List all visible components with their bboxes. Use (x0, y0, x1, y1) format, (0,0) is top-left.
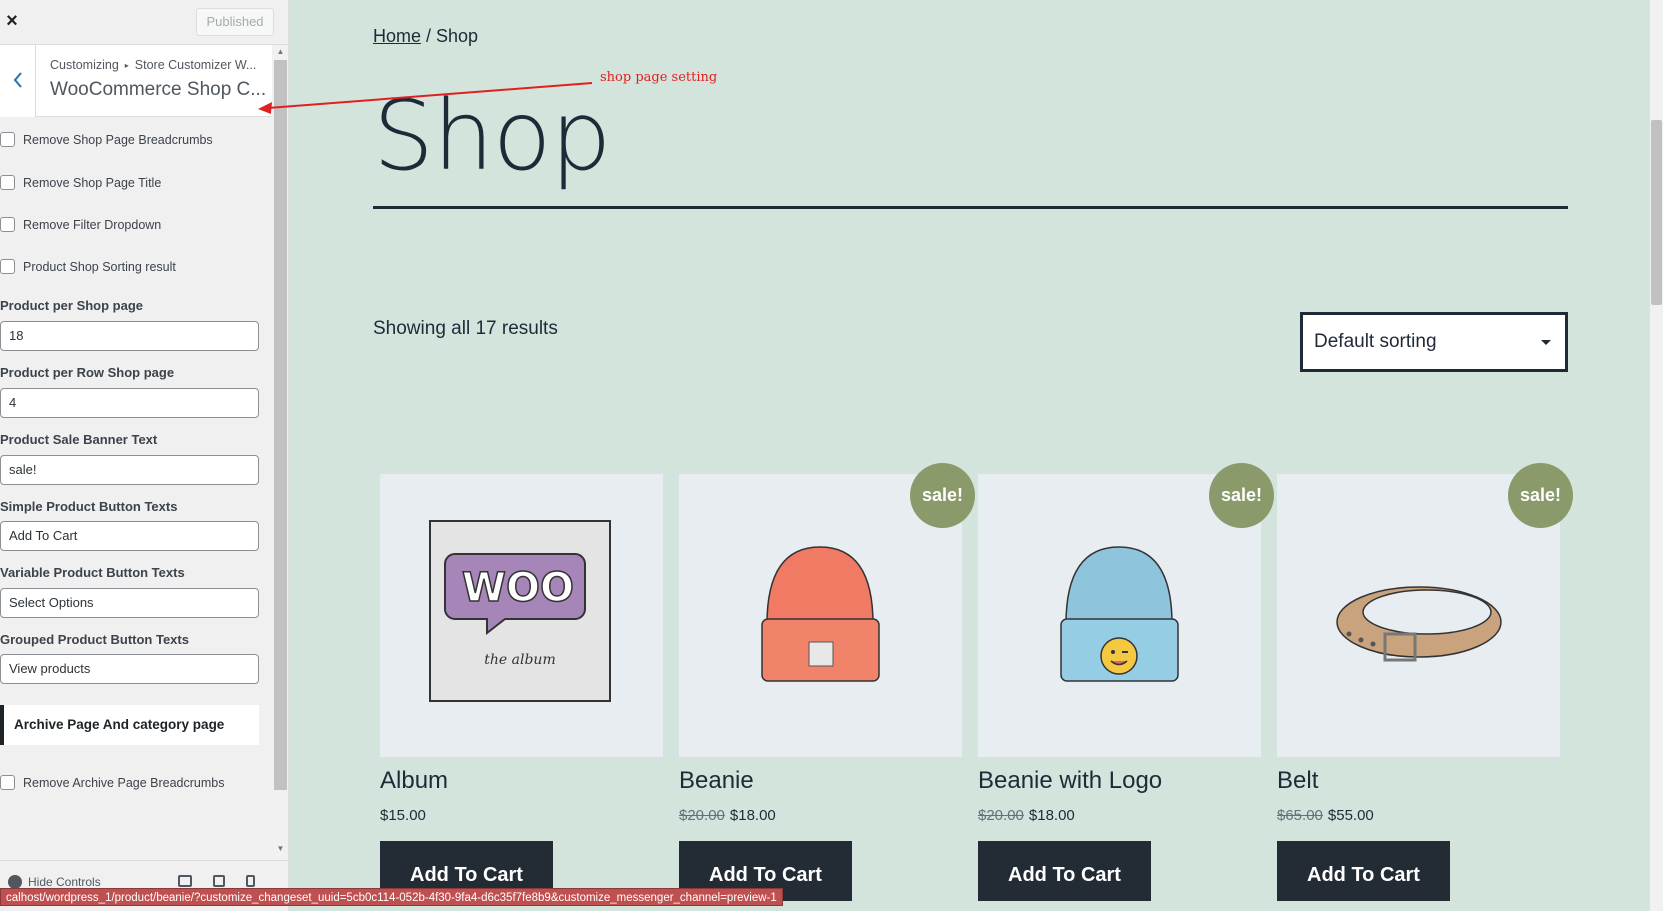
checkbox-shop-sorting-result[interactable]: Product Shop Sorting result (0, 259, 176, 274)
price-old: $20.00 (978, 807, 1024, 824)
checkbox-box[interactable] (0, 259, 15, 274)
status-bar-url: calhost/wordpress_1/product/beanie/?cust… (0, 888, 783, 906)
breadcrumb-separator: / (421, 26, 437, 46)
album-icon: WOO the album (429, 520, 611, 702)
tablet-preview-icon[interactable] (213, 875, 225, 887)
customizer-sidebar: × Published Customizing ▸ Store Customizer… (0, 0, 289, 911)
product-image[interactable]: sale! (978, 463, 1274, 757)
breadcrumb-root: Customizing (50, 58, 119, 72)
price-old: $20.00 (679, 807, 725, 824)
product-price: $20.00 $18.00 (679, 807, 962, 824)
breadcrumb-home-link[interactable]: Home (373, 26, 421, 46)
annotation-label: shop page setting (600, 70, 718, 85)
product-name[interactable]: Beanie (679, 767, 962, 795)
result-count: Showing all 17 results (373, 318, 558, 339)
page-title: Shop (373, 80, 611, 192)
sale-badge: sale! (1508, 463, 1573, 528)
breadcrumb-current: Shop (436, 26, 479, 46)
products-per-page-input[interactable]: 18 (0, 321, 259, 351)
sale-badge: sale! (910, 463, 975, 528)
product-name[interactable]: Album (380, 767, 663, 795)
svg-text:WOO: WOO (462, 565, 574, 611)
variable-button-text-input[interactable]: Select Options (0, 588, 259, 618)
product-price: $20.00 $18.00 (978, 807, 1261, 824)
close-icon: × (6, 10, 18, 32)
checkbox-box[interactable] (0, 175, 15, 190)
field-label-variable-button-text: Variable Product Button Texts (0, 565, 185, 580)
price-current: $55.00 (1327, 807, 1374, 824)
sidebar-scrollbar-thumb[interactable] (274, 60, 287, 790)
field-label-simple-button-text: Simple Product Button Texts (0, 499, 178, 514)
checkbox-remove-shop-breadcrumbs[interactable]: Remove Shop Page Breadcrumbs (0, 132, 213, 147)
checkbox-box[interactable] (0, 775, 15, 790)
section-title-bar: Customizing ▸ Store Customizer W... WooCom… (0, 45, 272, 117)
add-to-cart-button[interactable]: Add To Cart (978, 841, 1151, 901)
title-divider (373, 206, 1568, 209)
product-name[interactable]: Beanie with Logo (978, 767, 1261, 795)
scroll-up-arrow-icon[interactable]: ▲ (274, 46, 287, 58)
sale-badge: sale! (1209, 463, 1274, 528)
product-card: WOO the album Album $15.00 Add To Cart (380, 474, 663, 901)
desktop-preview-icon[interactable] (178, 875, 192, 887)
field-label-products-per-page: Product per Shop page (0, 298, 144, 313)
checkbox-remove-filter-dropdown[interactable]: Remove Filter Dropdown (0, 217, 161, 232)
checkbox-label: Remove Archive Page Breadcrumbs (23, 775, 225, 790)
product-image[interactable]: WOO the album (380, 474, 663, 757)
product-name[interactable]: Belt (1277, 767, 1560, 795)
checkbox-label: Remove Shop Page Breadcrumbs (23, 132, 213, 147)
shop-breadcrumb: Home / Shop (373, 26, 478, 47)
mobile-preview-icon[interactable] (246, 875, 255, 887)
field-label-grouped-button-text: Grouped Product Button Texts (0, 632, 189, 647)
section-heading: WooCommerce Shop C... (50, 79, 267, 100)
chevron-down-icon (1541, 340, 1551, 345)
hide-controls-button[interactable]: Hide Controls (8, 875, 101, 889)
preview-scrollbar-thumb[interactable] (1651, 120, 1662, 305)
price-current: $15.00 (380, 807, 426, 824)
product-price: $15.00 (380, 807, 663, 824)
chevron-left-icon (13, 72, 22, 88)
price-current: $18.00 (729, 807, 776, 824)
published-button[interactable]: Published (196, 8, 274, 36)
archive-section-heading[interactable]: Archive Page And category page (0, 705, 259, 745)
sort-selected-value: Default sorting (1314, 331, 1437, 352)
product-card: sale! Beanie with Logo $20.00 $18.00 Add … (978, 463, 1274, 901)
customizer-breadcrumb: Customizing ▸ Store Customizer W... (50, 58, 256, 72)
customizer-controls: Customizing ▸ Store Customizer W... WooCom… (0, 45, 288, 860)
checkbox-box[interactable] (0, 217, 15, 232)
field-label-products-per-row: Product per Row Shop page (0, 365, 175, 380)
breadcrumb-separator-icon: ▸ (124, 61, 129, 70)
hide-controls-label: Hide Controls (28, 875, 101, 889)
product-price: $65.00 $55.00 (1277, 807, 1560, 824)
price-old: $65.00 (1277, 807, 1323, 824)
checkbox-box[interactable] (0, 132, 15, 147)
products-per-row-input[interactable]: 4 (0, 388, 259, 418)
site-preview: Home / Shop Shop Showing all 17 results … (290, 0, 1650, 911)
field-label-sale-banner-text: Product Sale Banner Text (0, 432, 158, 447)
product-image[interactable]: sale! (679, 463, 975, 757)
checkbox-label: Remove Filter Dropdown (23, 217, 162, 232)
simple-button-text-input[interactable]: Add To Cart (0, 521, 259, 551)
add-to-cart-button[interactable]: Add To Cart (1277, 841, 1450, 901)
svg-text:the album: the album (484, 652, 555, 668)
sale-banner-text-input[interactable]: sale! (0, 455, 259, 485)
checkbox-remove-archive-breadcrumbs[interactable]: Remove Archive Page Breadcrumbs (0, 775, 224, 790)
price-current: $18.00 (1028, 807, 1075, 824)
checkbox-remove-shop-title[interactable]: Remove Shop Page Title (0, 175, 161, 190)
close-customizer-button[interactable]: × (0, 0, 24, 44)
checkbox-label: Remove Shop Page Title (23, 175, 162, 190)
breadcrumb-parent: Store Customizer W... (134, 58, 257, 72)
product-card: sale! Beanie $20.00 $18.00 Add To Cart (679, 463, 975, 901)
sort-select[interactable]: Default sorting (1300, 312, 1568, 372)
grouped-button-text-input[interactable]: View products (0, 654, 259, 684)
product-image[interactable]: sale! (1277, 463, 1573, 757)
back-button[interactable] (0, 45, 36, 117)
scroll-down-arrow-icon[interactable]: ▼ (274, 843, 287, 855)
customizer-header: × Published (0, 0, 288, 45)
checkbox-label: Product Shop Sorting result (23, 259, 176, 274)
product-card: sale! Belt $65.00 $55.00 Add To Cart (1277, 463, 1573, 901)
collapse-icon (8, 875, 22, 889)
